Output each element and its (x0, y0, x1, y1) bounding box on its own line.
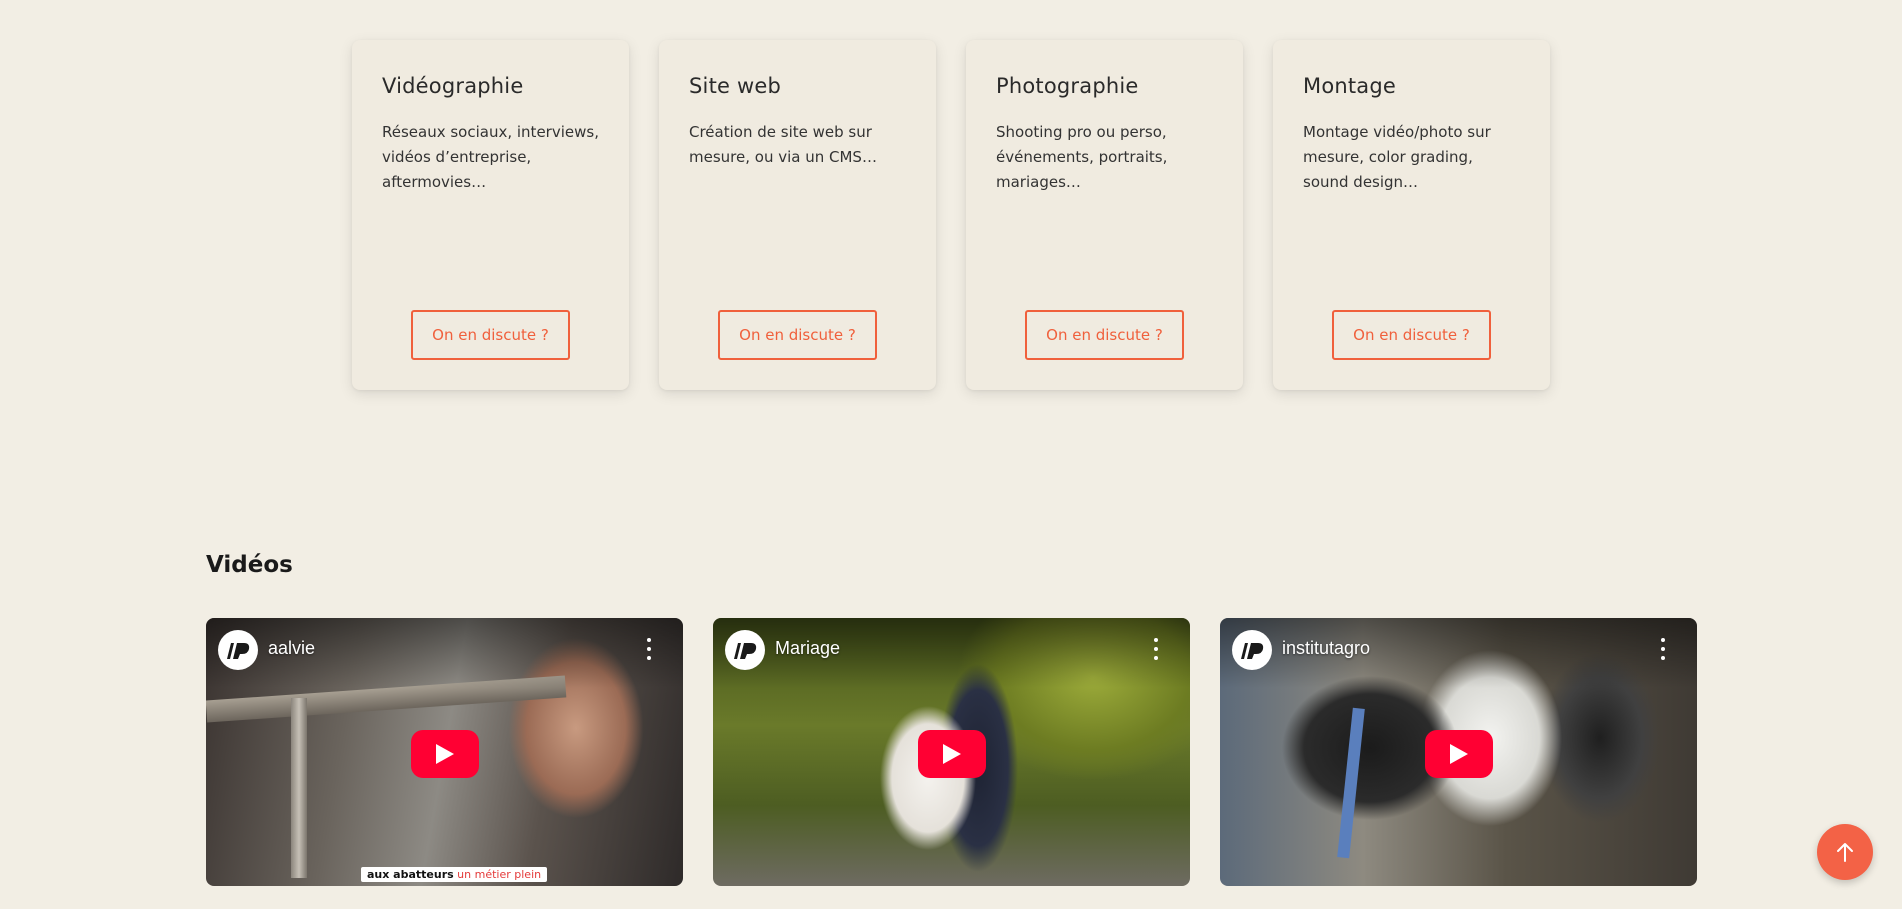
play-icon (1450, 744, 1468, 764)
video-caption: aux abatteurs un métier plein (361, 867, 548, 882)
caption-rest: un métier plein (453, 868, 542, 881)
page: Vidéographie Réseaux sociaux, interviews… (0, 0, 1902, 909)
video-embed-mariage[interactable]: Mariage (713, 618, 1190, 886)
card-description: Réseaux sociaux, interviews, vidéos d’en… (382, 123, 599, 191)
video-embed-aalvie[interactable]: aux abatteurs un métier plein aalvie (206, 618, 683, 886)
play-icon (436, 744, 454, 764)
video-title[interactable]: institutagro (1282, 638, 1370, 659)
more-vert-icon[interactable] (1152, 638, 1160, 660)
play-icon (943, 744, 961, 764)
card-title: Site web (689, 74, 782, 98)
play-button[interactable] (918, 730, 986, 778)
videos-row: aux abatteurs un métier plein aalvie Mar… (206, 618, 1697, 886)
contact-button[interactable]: On en discute ? (718, 310, 877, 360)
channel-logo-icon[interactable] (1232, 630, 1272, 670)
service-card-site-web: Site web Création de site web sur mesure… (659, 40, 936, 390)
video-title[interactable]: aalvie (268, 638, 315, 659)
contact-button[interactable]: On en discute ? (411, 310, 570, 360)
card-title: Photographie (996, 74, 1139, 98)
service-card-videographie: Vidéographie Réseaux sociaux, interviews… (352, 40, 629, 390)
card-description: Shooting pro ou perso, événements, portr… (996, 123, 1168, 191)
videos-heading: Vidéos (206, 552, 293, 578)
card-description: Montage vidéo/photo sur mesure, color gr… (1303, 123, 1491, 191)
more-vert-icon[interactable] (1659, 638, 1667, 660)
thumbnail-detail (291, 698, 307, 878)
more-vert-icon[interactable] (645, 638, 653, 660)
card-title: Montage (1303, 74, 1397, 98)
arrow-up-icon (1837, 843, 1853, 862)
caption-bold: aux abatteurs (367, 868, 454, 881)
contact-button[interactable]: On en discute ? (1332, 310, 1491, 360)
video-title[interactable]: Mariage (775, 638, 840, 659)
service-card-montage: Montage Montage vidéo/photo sur mesure, … (1273, 40, 1550, 390)
channel-logo-icon[interactable] (725, 630, 765, 670)
card-description: Création de site web sur mesure, ou via … (689, 123, 877, 166)
card-title: Vidéographie (382, 74, 524, 98)
channel-logo-icon[interactable] (218, 630, 258, 670)
service-card-photographie: Photographie Shooting pro ou perso, évén… (966, 40, 1243, 390)
video-embed-institutagro[interactable]: institutagro (1220, 618, 1697, 886)
back-to-top-button[interactable] (1817, 824, 1873, 880)
services-grid: Vidéographie Réseaux sociaux, interviews… (352, 40, 1550, 390)
thumbnail-detail (1337, 707, 1365, 859)
play-button[interactable] (1425, 730, 1493, 778)
contact-button[interactable]: On en discute ? (1025, 310, 1184, 360)
play-button[interactable] (411, 730, 479, 778)
